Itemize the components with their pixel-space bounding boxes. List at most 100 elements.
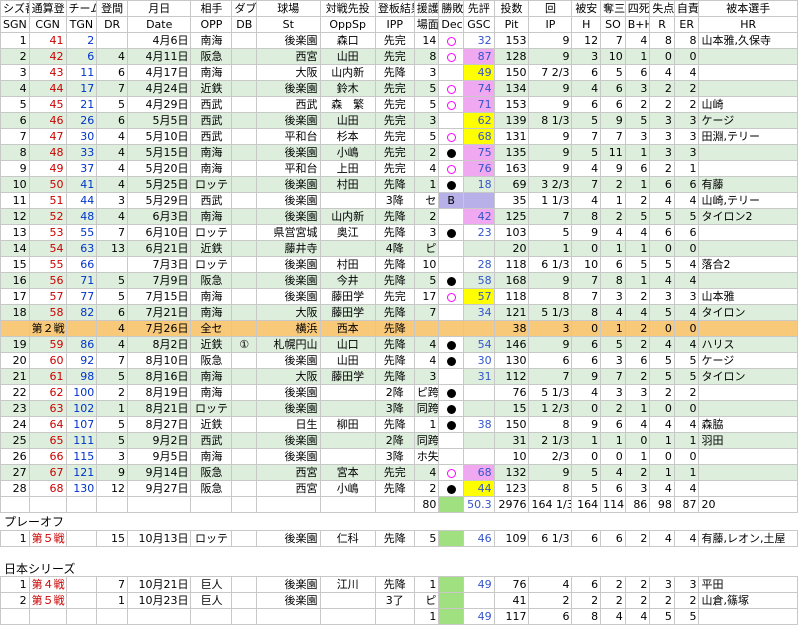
cell-gsc: 68	[462, 128, 495, 145]
totals-row: 80 50.3 2976 164 1/3 164 114 86 98 87 20	[0, 496, 798, 513]
cell-pit: 153	[493, 96, 530, 113]
cell-bh: 4	[624, 32, 651, 49]
cell-dec	[438, 272, 464, 289]
cell-opp: 西武	[190, 432, 233, 449]
cell-ip: 9	[528, 128, 573, 145]
cell-st: 平和台	[256, 160, 321, 177]
cell-cgn: 42	[28, 48, 67, 65]
cell-date: 4月29日	[126, 96, 192, 113]
table-row: 7 47 30 4 5月10日 西武 平和台 杉本 先完 5 68 131 9 7 7 3 3 3 田淵,テリー	[0, 128, 798, 145]
cell-date: 8月16日	[126, 368, 192, 385]
header-cell: DB	[231, 16, 258, 33]
total-dr	[96, 608, 128, 625]
cell-r: 3	[649, 576, 675, 593]
total-st	[256, 496, 321, 513]
cell-gsc: 71	[462, 96, 495, 113]
cell-ipp: 先完	[374, 288, 415, 305]
cell-dr: 5	[96, 368, 128, 385]
cell-opp: 阪急	[190, 464, 233, 481]
cell-opp: 阪急	[190, 480, 233, 497]
cell-db	[231, 320, 258, 337]
cell-h: 5	[571, 464, 602, 481]
cell-db	[231, 530, 258, 547]
header-cell: 被本選手	[698, 0, 798, 17]
cell-h: 1	[571, 432, 602, 449]
cell-oppsp: 藤田学	[319, 304, 376, 321]
series-row: 1 第４戦 7 10月21日 巨人 後楽園 江川 先降 1 49 76 4 6 2 2 3 3 平田	[0, 576, 798, 593]
cell-dr: 12	[96, 480, 128, 497]
cell-gsc: 23	[462, 224, 495, 241]
cell-db	[231, 288, 258, 305]
cell-opp: 西武	[190, 112, 233, 129]
cell-st: 県営宮城	[256, 224, 321, 241]
cell-ipp: 先完	[374, 80, 415, 97]
header-cell: IPP	[374, 16, 415, 33]
cell-so: 2	[600, 592, 626, 609]
cell-sc: 1	[413, 576, 440, 593]
cell-cgn: 58	[28, 304, 67, 321]
cell-tgn: 82	[65, 304, 98, 321]
win-circle-icon	[446, 292, 456, 302]
cell-so: 6	[600, 416, 626, 433]
cell-hr	[698, 64, 798, 81]
table-row: 2 42 6 4 4月11日 阪急 西宮 山田 先完 8 87 128 9 3 10 1 0 0	[0, 48, 798, 65]
cell-ipp: 2降	[374, 384, 415, 401]
cell-oppsp: 杉本	[319, 128, 376, 145]
cell-er: 2	[673, 592, 700, 609]
cell-r: 2	[649, 592, 675, 609]
cell-st: 後楽園	[256, 400, 321, 417]
cell-st: 藤井寺	[256, 240, 321, 257]
cell-pit: 132	[493, 464, 530, 481]
cell-r: 0	[649, 240, 675, 257]
cell-sgn: 28	[0, 480, 30, 497]
cell-ipp: 先降	[374, 64, 415, 81]
cell-gsc	[462, 400, 495, 417]
total-bh: 4	[624, 608, 651, 625]
cell-r: 4	[649, 530, 675, 547]
cell-h: 6	[571, 530, 602, 547]
cell-date: 8月27日	[126, 416, 192, 433]
cell-st: 後楽園	[256, 192, 321, 209]
cell-er: 3	[673, 288, 700, 305]
cell-ip: 8	[528, 288, 573, 305]
cell-oppsp: 山田	[319, 48, 376, 65]
cell-so: 6	[600, 96, 626, 113]
cell-dr: 13	[96, 240, 128, 257]
cell-er: 3	[673, 112, 700, 129]
cell-er: 1	[673, 432, 700, 449]
cell-oppsp: 鈴木	[319, 80, 376, 97]
cell-sc: セ	[413, 192, 440, 209]
cell-gsc: 57	[462, 288, 495, 305]
cell-dec	[438, 80, 464, 97]
cell-so: 5	[600, 336, 626, 353]
header1-row: シズ番通算登チーム登登間月日相手ダブル球場対戦先投登板結果援護勝敗先評投数回被安…	[0, 0, 798, 17]
cell-er: 4	[673, 304, 700, 321]
header-cell: チーム登	[65, 0, 98, 17]
cell-dr: 4	[96, 320, 128, 337]
cell-h: 2	[571, 592, 602, 609]
cell-db	[231, 368, 258, 385]
cell-opp: 西武	[190, 128, 233, 145]
cell-hr	[698, 464, 798, 481]
cell-gsc: 18	[462, 176, 495, 193]
cell-sc: 1	[413, 416, 440, 433]
cell-sgn: 11	[0, 192, 30, 209]
table-row: 5 45 21 5 4月29日 西武 西武森 繁先完 5 71 153 9 6 6 2 2 2 山崎	[0, 96, 798, 113]
table-row: 8 48 33 4 5月15日 南海 後楽園 小嶋 先完 2 75 135 9 5 11 1 3 3	[0, 144, 798, 161]
cell-opp: 巨人	[190, 592, 233, 609]
cell-ipp: 先完	[374, 160, 415, 177]
cell-cgn: 41	[28, 32, 67, 49]
total-oppsp	[319, 608, 376, 625]
cell-date: 8月21日	[126, 400, 192, 417]
cell-er: 2	[673, 80, 700, 97]
cell-oppsp: 山田	[319, 112, 376, 129]
cell-dr: 5	[96, 288, 128, 305]
cell-ipp: 先完	[374, 96, 415, 113]
header-cell: St	[256, 16, 321, 33]
cell-ip: 3 2/3	[528, 176, 573, 193]
cell-cgn: 47	[28, 128, 67, 145]
cell-r: 8	[649, 32, 675, 49]
game-log-sheet: シズ番通算登チーム登登間月日相手ダブル球場対戦先投登板結果援護勝敗先評投数回被安…	[0, 0, 799, 625]
cell-opp: ロッテ	[190, 176, 233, 193]
cell-er: 6	[673, 224, 700, 241]
